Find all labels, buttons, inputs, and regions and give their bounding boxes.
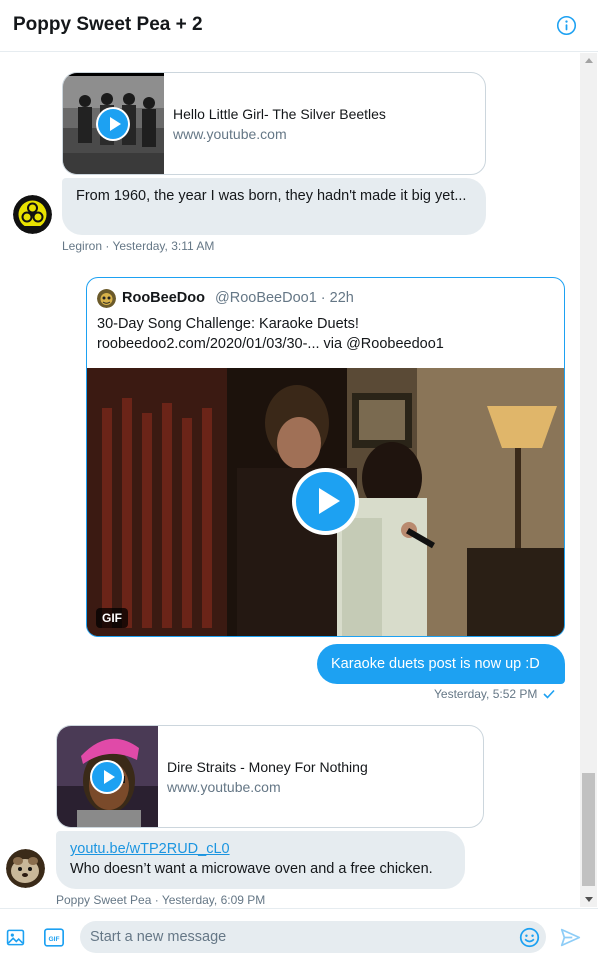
message-bubble-legiron[interactable]: From 1960, the year I was born, they had… bbox=[62, 178, 486, 235]
tweet-author-handle: @RooBeeDoo1 · 22h bbox=[215, 290, 354, 306]
message-text: Who doesn’t want a microwave oven and a … bbox=[70, 861, 433, 877]
tweet-author-avatar[interactable] bbox=[97, 289, 116, 308]
gif-icon[interactable]: GIF bbox=[44, 928, 64, 947]
message-text: Karaoke duets post is now up :D bbox=[331, 656, 540, 672]
message-time: Yesterday, 3:11 AM bbox=[112, 239, 215, 253]
tweet-text-line: roobeedoo2.com/2020/01/03/30-... via @Ro… bbox=[97, 336, 444, 352]
link-domain: www.youtube.com bbox=[173, 126, 287, 142]
scroll-down-icon[interactable] bbox=[585, 897, 593, 902]
avatar-poppy[interactable] bbox=[6, 849, 45, 888]
message-bubble-poppy[interactable]: youtu.be/wTP2RUD_cL0 Who doesn’t want a … bbox=[56, 831, 465, 889]
avatar-legiron[interactable] bbox=[13, 195, 52, 234]
quoted-tweet-card[interactable]: RooBeeDoo @RooBeeDoo1 · 22h 30-Day Song … bbox=[86, 277, 565, 637]
message-meta: Poppy Sweet Pea · Yesterday, 6:09 PM bbox=[56, 893, 266, 907]
emoji-icon[interactable] bbox=[519, 927, 540, 948]
conversation-header: Poppy Sweet Pea + 2 bbox=[0, 0, 598, 52]
info-circle-icon[interactable] bbox=[556, 15, 577, 36]
message-meta: Legiron · Yesterday, 3:11 AM bbox=[62, 239, 215, 253]
link-card-dire-straits[interactable]: Dire Straits - Money For Nothing www.you… bbox=[56, 725, 484, 828]
check-icon bbox=[543, 689, 555, 699]
link-title: Dire Straits - Money For Nothing bbox=[167, 759, 368, 775]
image-icon[interactable] bbox=[6, 928, 25, 947]
message-input-wrapper bbox=[80, 921, 546, 953]
message-meta: Yesterday, 5:52 PM bbox=[434, 687, 555, 701]
scrollbar[interactable] bbox=[580, 53, 597, 907]
sender-name[interactable]: Legiron bbox=[62, 239, 102, 253]
sender-name[interactable]: Poppy Sweet Pea bbox=[56, 893, 151, 907]
message-composer: GIF bbox=[0, 908, 598, 961]
play-icon[interactable] bbox=[292, 468, 359, 535]
tweet-text-line: 30-Day Song Challenge: Karaoke Duets! bbox=[97, 316, 359, 332]
message-bubble-outgoing[interactable]: Karaoke duets post is now up :D bbox=[317, 644, 565, 684]
play-icon[interactable] bbox=[90, 760, 124, 794]
link-title: Hello Little Girl- The Silver Beetles bbox=[173, 106, 386, 122]
message-time: Yesterday, 6:09 PM bbox=[161, 893, 266, 907]
message-list[interactable]: Hello Little Girl- The Silver Beetles ww… bbox=[0, 53, 598, 908]
scrollbar-thumb[interactable] bbox=[582, 773, 595, 886]
play-icon[interactable] bbox=[96, 107, 130, 141]
link-domain: www.youtube.com bbox=[167, 779, 281, 795]
link-card-beatles[interactable]: Hello Little Girl- The Silver Beetles ww… bbox=[62, 72, 486, 175]
message-text: From 1960, the year I was born, they had… bbox=[76, 188, 467, 204]
message-input[interactable] bbox=[90, 921, 510, 953]
gif-badge: GIF bbox=[96, 608, 128, 628]
scroll-up-icon[interactable] bbox=[585, 58, 593, 63]
message-link[interactable]: youtu.be/wTP2RUD_cL0 bbox=[70, 841, 230, 857]
tweet-author-name[interactable]: RooBeeDoo bbox=[122, 290, 205, 306]
send-icon[interactable] bbox=[560, 927, 581, 948]
svg-text:GIF: GIF bbox=[48, 936, 59, 943]
message-time: Yesterday, 5:52 PM bbox=[434, 687, 538, 701]
conversation-title[interactable]: Poppy Sweet Pea + 2 bbox=[13, 14, 203, 36]
